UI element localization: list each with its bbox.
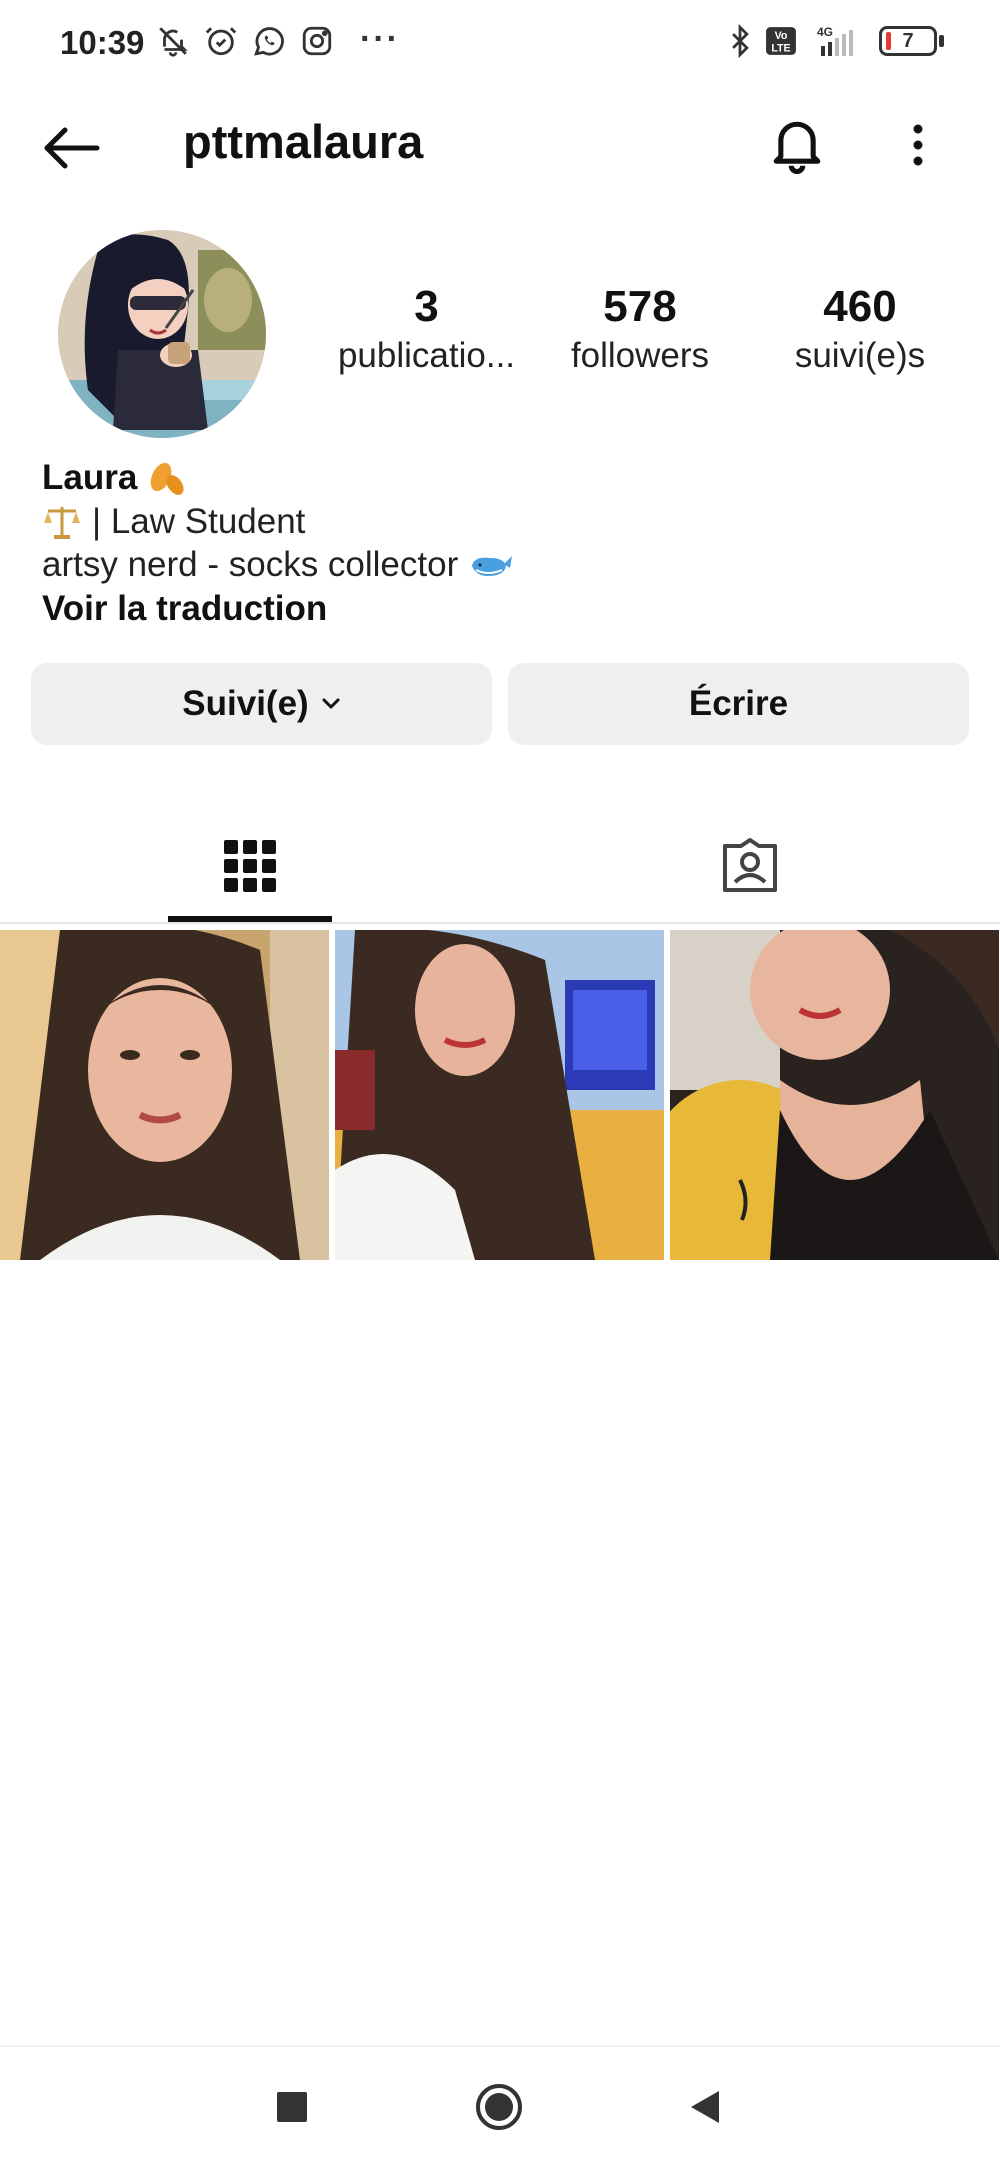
- profile-actions: Suivi(e) Écrire: [31, 663, 969, 745]
- stat-following-label: suivi(e)s: [794, 336, 926, 375]
- battery-icon: 7: [879, 26, 944, 56]
- battery-level: 7: [902, 30, 914, 52]
- alarm-icon: [205, 27, 237, 56]
- status-bar: 10:39 ··· Vo LTE 4G 7: [0, 0, 1000, 88]
- stat-posts-label: publicatio...: [337, 336, 516, 375]
- tab-posts-grid[interactable]: [0, 810, 500, 922]
- post-thumbnail[interactable]: [0, 930, 329, 1260]
- avatar-illustration: [58, 230, 266, 438]
- grid-icon: [224, 840, 276, 892]
- status-time: 10:39: [60, 24, 145, 61]
- bell-icon: [773, 121, 821, 175]
- svg-text:LTE: LTE: [771, 43, 790, 55]
- stat-posts[interactable]: 3 publicatio...: [320, 282, 533, 376]
- stat-posts-count: 3: [414, 282, 439, 331]
- stat-following[interactable]: 460 suivi(e)s: [760, 282, 960, 376]
- profile-username: pttmalaura: [183, 115, 424, 168]
- bio-name-row: Laura: [42, 456, 962, 500]
- profile-bio: Laura | Law Student artsy nerd - socks c…: [42, 456, 962, 632]
- chevron-down-icon: [322, 698, 340, 709]
- stat-following-count: 460: [823, 282, 897, 331]
- profile-display-name: Laura: [42, 458, 138, 497]
- profile-stats: 3 publicatio... 578 followers 460 suivi(…: [320, 282, 980, 402]
- svg-text:4G: 4G: [817, 25, 833, 39]
- following-button[interactable]: Suivi(e): [31, 663, 492, 745]
- message-button-label: Écrire: [688, 684, 789, 723]
- recents-button[interactable]: [262, 2077, 322, 2137]
- stat-followers-label: followers: [570, 336, 710, 375]
- post-image: [0, 930, 329, 1260]
- instagram-icon: [302, 26, 332, 56]
- message-button[interactable]: Écrire: [508, 663, 969, 745]
- circle-home-icon: [476, 2084, 522, 2130]
- bio-text-2: artsy nerd - socks collector: [42, 544, 459, 584]
- whale-emoji-icon: [472, 555, 513, 576]
- post-thumbnail[interactable]: [335, 930, 664, 1260]
- profile-header: pttmalaura: [0, 100, 1000, 190]
- status-notification-icons: [156, 24, 334, 58]
- see-translation-link[interactable]: Voir la traduction: [42, 586, 962, 632]
- notifications-button[interactable]: [762, 110, 832, 180]
- stat-followers-count: 578: [603, 282, 677, 331]
- status-system-icons: Vo LTE 4G 7: [729, 24, 944, 58]
- square-icon: [277, 2092, 307, 2122]
- post-thumbnail[interactable]: [670, 930, 999, 1260]
- triangle-back-icon: [691, 2091, 719, 2123]
- tab-tagged[interactable]: [500, 810, 1000, 922]
- more-notifications-indicator: ···: [360, 20, 400, 58]
- profile-tabs: [0, 810, 1000, 924]
- system-navigation-bar: [0, 2045, 1000, 2167]
- back-nav-button[interactable]: [675, 2077, 735, 2137]
- post-image: [670, 930, 999, 1260]
- tagged-person-icon: [723, 838, 777, 892]
- bio-line-2: artsy nerd - socks collector: [42, 543, 962, 586]
- posts-grid: [0, 930, 1000, 1260]
- arrow-left-icon: [44, 127, 100, 169]
- svg-text:Vo: Vo: [775, 30, 788, 42]
- signal-icon: 4G: [817, 25, 853, 56]
- stat-followers[interactable]: 578 followers: [550, 282, 730, 376]
- profile-avatar[interactable]: [58, 230, 266, 438]
- post-image: [335, 930, 664, 1260]
- active-tab-indicator: [168, 916, 332, 922]
- bio-line-1: | Law Student: [42, 500, 962, 543]
- whatsapp-icon: [254, 27, 284, 56]
- more-vertical-icon: [913, 124, 923, 166]
- bell-off-icon: [159, 27, 188, 57]
- following-button-label: Suivi(e): [182, 684, 309, 723]
- scales-emoji-icon: [44, 506, 80, 539]
- bluetooth-icon: [732, 24, 749, 58]
- more-options-button[interactable]: [890, 110, 946, 180]
- leaves-emoji-icon: [150, 462, 184, 495]
- home-button[interactable]: [469, 2077, 529, 2137]
- back-button[interactable]: [36, 118, 106, 178]
- bio-text-1: | Law Student: [92, 501, 306, 541]
- volte-icon: VoLTE: [766, 27, 796, 55]
